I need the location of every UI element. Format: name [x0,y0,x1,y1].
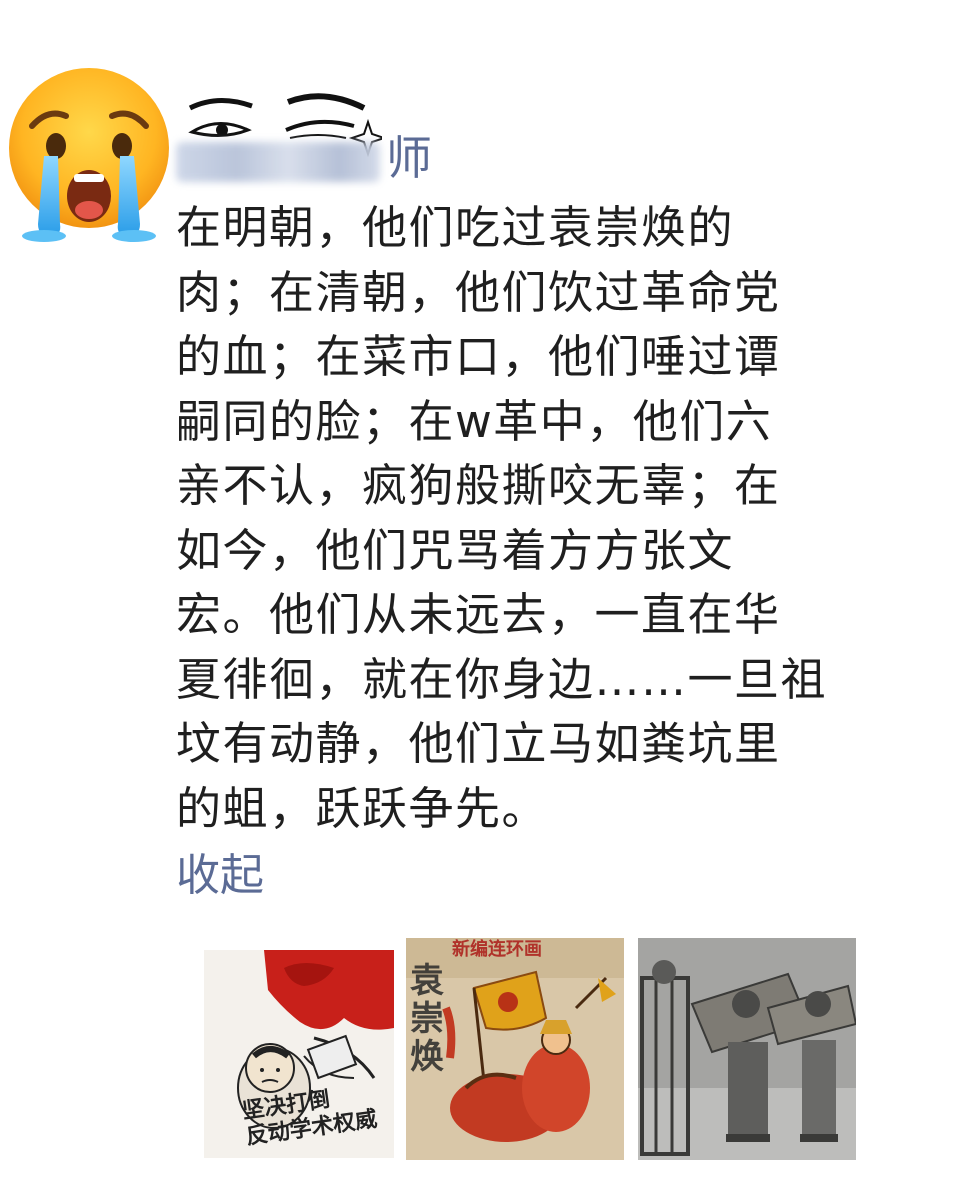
image-thumbnail-3[interactable] [638,938,856,1160]
image-thumbnail-1[interactable]: 坚决打倒 反动学术权威 [204,938,422,1160]
crying-face-icon [4,64,174,242]
author-name-suffix: 师 [386,131,432,185]
post-text: 在明朝，他们吃过袁崇焕的 肉；在清朝，他们饮过革命党 的血；在菜市口，他们唾过谭… [176,201,828,835]
image-grid: 坚决打倒 反动学术权威 新编连环画 袁崇焕 [204,938,864,1160]
comic-vertical-title: 袁崇焕 [410,961,444,1077]
comic-header: 新编连环画 [452,939,542,960]
blurred-name-region [176,142,380,182]
moments-post: 师 在明朝，他们吃过袁崇焕的 肉；在清朝，他们饮过革命党 的血；在菜市口，他们唾… [0,0,956,1200]
image-thumbnail-2[interactable]: 新编连环画 袁崇焕 [406,938,624,1160]
collapse-link[interactable]: 收起 [176,846,264,906]
author-name[interactable]: 师 [176,128,432,188]
